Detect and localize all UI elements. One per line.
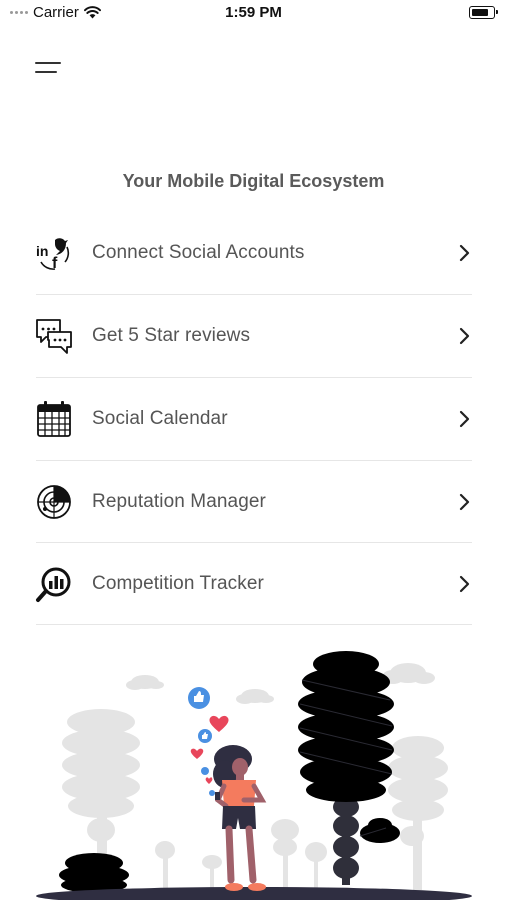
list-item-reviews[interactable]: Get 5 Star reviews: [36, 295, 472, 378]
svg-text:in: in: [36, 243, 48, 259]
feature-list: in f Connect Social Accounts Get 5 Star …: [36, 212, 472, 625]
analytics-search-icon: [34, 564, 74, 604]
like-icon: [201, 767, 209, 775]
list-item-label: Get 5 Star reviews: [92, 325, 251, 346]
calendar-icon: [34, 399, 74, 439]
cloud-icon: [236, 689, 274, 704]
list-item-competition[interactable]: Competition Tracker: [36, 543, 472, 625]
list-item-label: Social Calendar: [92, 408, 228, 429]
list-item-reputation[interactable]: Reputation Manager: [36, 461, 472, 543]
list-item-label: Competition Tracker: [92, 572, 264, 594]
heart-icon: [190, 748, 204, 759]
like-icon: [188, 687, 210, 709]
chevron-right-icon: [459, 575, 470, 592]
list-item-label: Reputation Manager: [92, 490, 266, 512]
chat-bubbles-icon: [34, 316, 74, 356]
cloud-icon: [382, 663, 435, 684]
menu-line: [35, 71, 57, 73]
chevron-right-icon: [459, 410, 470, 428]
status-time: 1:59 PM: [225, 4, 282, 21]
page-title: Your Mobile Digital Ecosystem: [122, 171, 385, 191]
social-accounts-icon: in f: [34, 233, 74, 273]
battery-icon: [469, 6, 498, 19]
social-media-illustration: [36, 651, 472, 900]
list-item-label: Connect Social Accounts: [92, 242, 305, 263]
heart-icon: [209, 715, 229, 732]
background-shrubs: [155, 819, 327, 890]
like-icon: [198, 729, 212, 743]
status-bar: Carrier 1:59 PM: [0, 0, 507, 26]
chevron-right-icon: [459, 327, 470, 345]
cloud-icon: [126, 675, 164, 690]
heart-icon: [205, 777, 213, 784]
list-item-connect-social[interactable]: in f Connect Social Accounts: [36, 212, 472, 295]
woman-figure: [213, 745, 267, 891]
chevron-right-icon: [459, 493, 470, 510]
radar-icon: [34, 482, 74, 522]
chevron-right-icon: [459, 244, 470, 262]
menu-button[interactable]: [35, 60, 63, 78]
foreground-bush: [59, 853, 129, 893]
background-tree: [388, 736, 448, 890]
list-item-calendar[interactable]: Social Calendar: [36, 378, 472, 461]
menu-line: [35, 62, 61, 64]
like-icon: [209, 790, 215, 796]
